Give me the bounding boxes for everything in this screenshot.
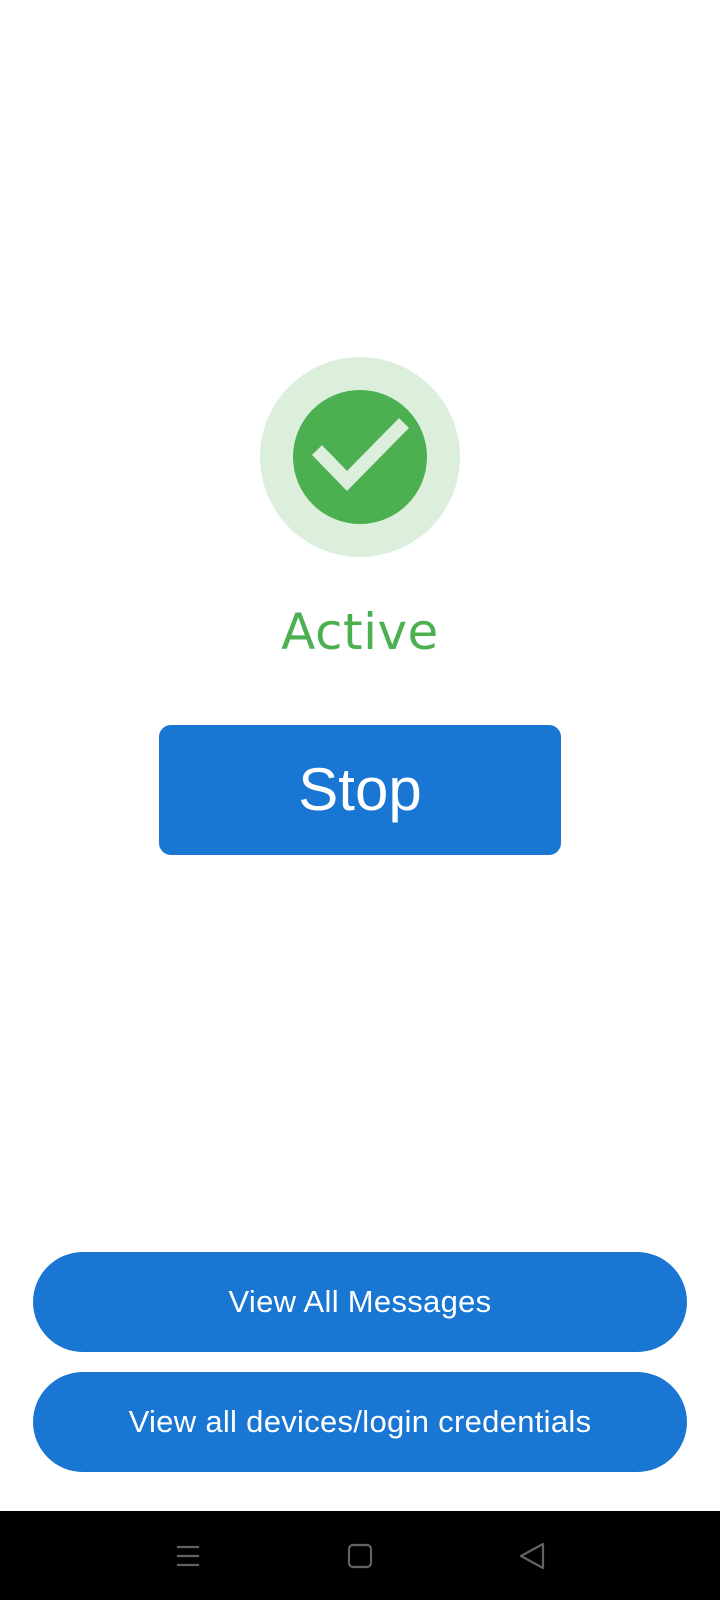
status-label: Active — [281, 603, 439, 661]
system-navigation-bar — [0, 1511, 720, 1600]
status-screen: Active Stop View All Messages View all d… — [0, 0, 720, 1511]
view-all-messages-button[interactable]: View All Messages — [33, 1252, 687, 1352]
status-indicator — [260, 357, 460, 557]
menu-icon[interactable] — [165, 1533, 211, 1579]
stop-button[interactable]: Stop — [159, 725, 561, 855]
home-square-icon[interactable] — [337, 1533, 383, 1579]
check-circle-icon — [293, 390, 427, 524]
back-triangle-icon[interactable] — [509, 1533, 555, 1579]
view-devices-credentials-button[interactable]: View all devices/login credentials — [33, 1372, 687, 1472]
